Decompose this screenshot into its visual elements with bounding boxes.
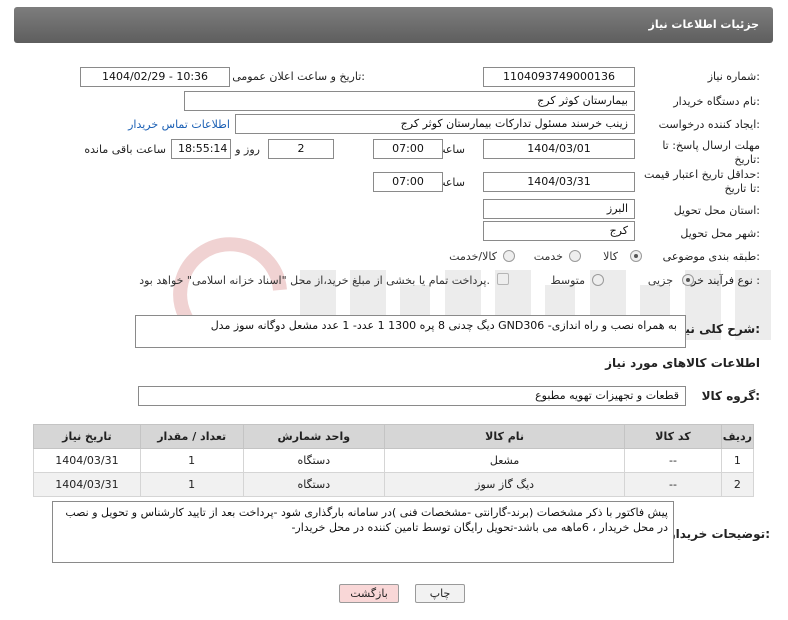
category-radio-service[interactable]	[569, 250, 581, 262]
col-header-row-num: ردیف	[720, 424, 755, 449]
col-header-unit: واحد شمارش	[242, 424, 386, 449]
cell-qty: 1	[139, 448, 244, 473]
reply-date-field: 1404/03/01	[483, 139, 635, 159]
cell-date: 1404/03/31	[33, 472, 141, 497]
need-number-label: شماره نیاز:	[707, 70, 760, 83]
validity-label-2: تا تاریخ:	[724, 182, 760, 195]
col-header-name: نام کالا	[384, 424, 626, 449]
cell-qty: 1	[139, 472, 244, 497]
cell-date: 1404/03/31	[33, 448, 141, 473]
reply-deadline-label-1: مهلت ارسال پاسخ: تا	[662, 139, 760, 152]
buyer-contact-link[interactable]: اطلاعات تماس خریدار	[128, 118, 230, 131]
table-row: 2 -- دیگ گاز سوز دستگاه 1 1404/03/31	[33, 472, 755, 497]
page-title: جزئیات اطلاعات نیاز	[648, 18, 760, 31]
validity-label-1: حداقل تاریخ اعتبار قیمت:	[644, 168, 760, 181]
goods-group-label: گروه کالا:	[701, 389, 760, 403]
day-and-label: روز و	[235, 143, 260, 156]
province-field: البرز	[483, 199, 635, 219]
city-label: شهر محل تحویل:	[680, 227, 760, 240]
items-info-title: اطلاعات کالاهای مورد نیاز	[605, 356, 760, 370]
buyer-org-label: نام دستگاه خریدار:	[673, 95, 760, 108]
cell-name: دیگ گاز سوز	[384, 472, 626, 497]
remaining-label: ساعت باقی مانده	[84, 143, 166, 156]
col-header-code: کد کالا	[624, 424, 722, 449]
back-button[interactable]: بازگشت	[339, 584, 399, 603]
cell-name: مشعل	[384, 448, 626, 473]
category-radio-goods[interactable]	[630, 250, 642, 262]
process-radio-minor[interactable]	[682, 274, 694, 286]
city-field: کرج	[483, 221, 635, 241]
payment-note-checkbox[interactable]	[497, 273, 509, 285]
days-field: 2	[268, 139, 334, 159]
payment-note-text: پرداخت تمام یا بخشی از مبلغ خرید،از محل …	[139, 274, 490, 287]
page-header: جزئیات اطلاعات نیاز	[14, 7, 773, 43]
process-option-minor: جزیی	[647, 274, 673, 287]
category-label: طبقه بندی موضوعی:	[662, 250, 760, 263]
cell-unit: دستگاه	[242, 472, 386, 497]
announce-datetime-label: تاریخ و ساعت اعلان عمومی:	[232, 70, 365, 83]
reply-deadline-label-2: تاریخ:	[734, 153, 760, 166]
cell-unit: دستگاه	[242, 448, 386, 473]
validity-date-field: 1404/03/31	[483, 172, 635, 192]
announce-datetime-field: 1404/02/29 - 10:36	[80, 67, 230, 87]
general-desc-textarea[interactable]: دیگ چدنی 8 پره 1300 1 عدد- 1 عدد مشعل دو…	[135, 315, 686, 348]
general-desc-label: شرح کلی نیاز:	[674, 322, 760, 336]
items-table: ردیف کد کالا نام کالا واحد شمارش تعداد /…	[33, 424, 755, 497]
col-header-date: تاریخ نیاز	[33, 424, 141, 449]
process-radio-medium[interactable]	[592, 274, 604, 286]
buyer-notes-textarea[interactable]: پیش فاکتور با ذکر مشخصات (برند-گارانتی -…	[52, 501, 674, 563]
need-number-field: 1104093749000136	[483, 67, 635, 87]
reply-time-field: 07:00	[373, 139, 443, 159]
remaining-time-field: 18:55:14	[171, 139, 231, 159]
buyer-org-field: بیمارستان کوثر کرج	[184, 91, 635, 111]
process-option-medium: متوسط	[550, 274, 585, 287]
category-option-goods-service: کالا/خدمت	[449, 250, 497, 263]
print-button[interactable]: چاپ	[415, 584, 465, 603]
items-table-wrapper: ردیف کد کالا نام کالا واحد شمارش تعداد /…	[33, 424, 755, 497]
cell-row-num: 2	[720, 472, 755, 497]
cell-row-num: 1	[720, 448, 755, 473]
goods-group-field: قطعات و تجهیزات تهویه مطبوع	[138, 386, 686, 406]
table-row: 1 -- مشعل دستگاه 1 1404/03/31	[33, 448, 755, 473]
creator-field: زینب خرسند مسئول تدارکات بیمارستان کوثر …	[235, 114, 635, 134]
creator-label: ایجاد کننده درخواست:	[658, 118, 760, 131]
buyer-notes-label: توضیحات خریدار:	[668, 527, 770, 541]
category-option-service: خدمت	[533, 250, 563, 263]
province-label: استان محل تحویل:	[673, 204, 760, 217]
cell-code: --	[624, 472, 722, 497]
col-header-qty: تعداد / مقدار	[139, 424, 244, 449]
table-header-row: ردیف کد کالا نام کالا واحد شمارش تعداد /…	[33, 424, 755, 449]
cell-code: --	[624, 448, 722, 473]
category-radio-goods-service[interactable]	[503, 250, 515, 262]
category-option-goods: کالا	[603, 250, 618, 263]
validity-time-field: 07:00	[373, 172, 443, 192]
